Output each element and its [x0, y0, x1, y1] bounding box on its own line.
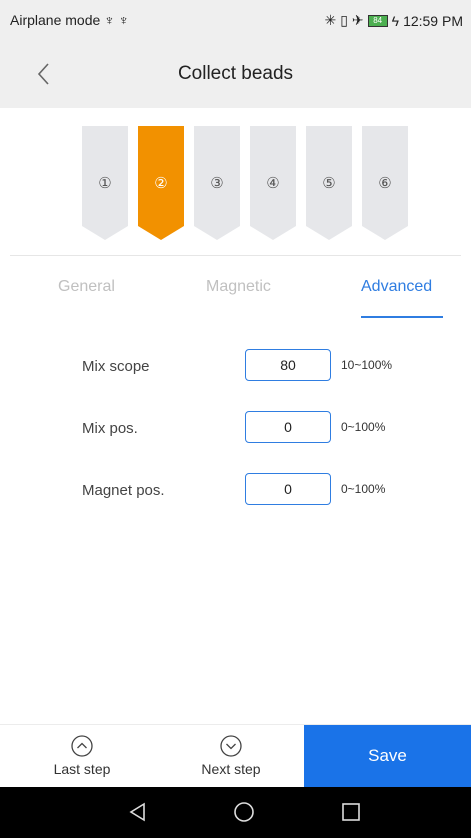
step-number: ④ [266, 175, 280, 192]
chevron-down-circle-icon [220, 735, 242, 757]
home-circle-icon[interactable] [232, 800, 256, 824]
step-number: ① [98, 175, 112, 192]
step-selector: ① ② ③ ④ ⑤ ⑥ [0, 126, 471, 240]
status-bar: Airplane mode ♆ ♆ ✳ ▯ ✈ 84 ϟ 12:59 PM [0, 0, 471, 42]
mix-scope-range: 10~100% [341, 358, 393, 372]
tab-general[interactable]: General [58, 278, 115, 296]
magnet-pos-label: Magnet pos. [82, 482, 165, 499]
magnet-pos-range: 0~100% [341, 482, 386, 496]
step-tab-6[interactable]: ⑥ [362, 126, 408, 240]
tab-advanced[interactable]: Advanced [361, 278, 432, 296]
step-number: ② [154, 175, 168, 192]
mix-pos-input[interactable] [245, 411, 331, 443]
field-row-magnet-pos: Magnet pos. 0~100% [0, 473, 471, 507]
step-tab-4[interactable]: ④ [250, 126, 296, 240]
field-row-mix-pos: Mix pos. 0~100% [0, 411, 471, 445]
bluetooth-icon: ✳ [324, 12, 337, 28]
step-tab-2[interactable]: ② [138, 126, 184, 240]
bottom-action-bar: Last step Next step Save [0, 724, 471, 787]
tab-bar: General Magnetic Advanced [0, 270, 471, 320]
charging-icon: ϟ [391, 12, 400, 29]
vibrate-icon: ▯ [340, 12, 348, 28]
mix-pos-label: Mix pos. [82, 420, 138, 437]
step-tab-5[interactable]: ⑤ [306, 126, 352, 240]
status-right: ✳ ▯ ✈ 84 ϟ 12:59 PM [324, 12, 463, 29]
next-step-label: Next step [201, 761, 261, 777]
recents-square-icon[interactable] [339, 800, 363, 824]
magnet-pos-input[interactable] [245, 473, 331, 505]
active-tab-indicator [361, 316, 443, 318]
header-bar: Collect beads [0, 42, 471, 108]
tab-magnetic[interactable]: Magnetic [206, 278, 271, 296]
step-number: ⑥ [378, 175, 392, 192]
mix-scope-label: Mix scope [82, 358, 150, 375]
system-nav-bar [0, 787, 471, 838]
last-step-label: Last step [53, 761, 111, 777]
status-time: 12:59 PM [403, 12, 463, 29]
mix-scope-input[interactable] [245, 349, 331, 381]
step-number: ③ [210, 175, 224, 192]
field-row-mix-scope: Mix scope 10~100% [0, 349, 471, 383]
next-step-button[interactable]: Next step [171, 725, 291, 787]
last-step-button[interactable]: Last step [22, 725, 142, 787]
status-left-text: Airplane mode ♆ ♆ [10, 12, 130, 28]
divider [10, 255, 461, 256]
save-button[interactable]: Save [304, 725, 471, 787]
step-tab-3[interactable]: ③ [194, 126, 240, 240]
chevron-up-circle-icon [71, 735, 93, 757]
step-tab-1[interactable]: ① [82, 126, 128, 240]
page-title: Collect beads [177, 63, 294, 84]
mix-pos-range: 0~100% [341, 420, 386, 434]
battery-icon: 84 [367, 14, 388, 27]
airplane-icon: ✈ [351, 12, 364, 28]
back-triangle-icon[interactable] [126, 800, 150, 824]
step-number: ⑤ [322, 175, 336, 192]
